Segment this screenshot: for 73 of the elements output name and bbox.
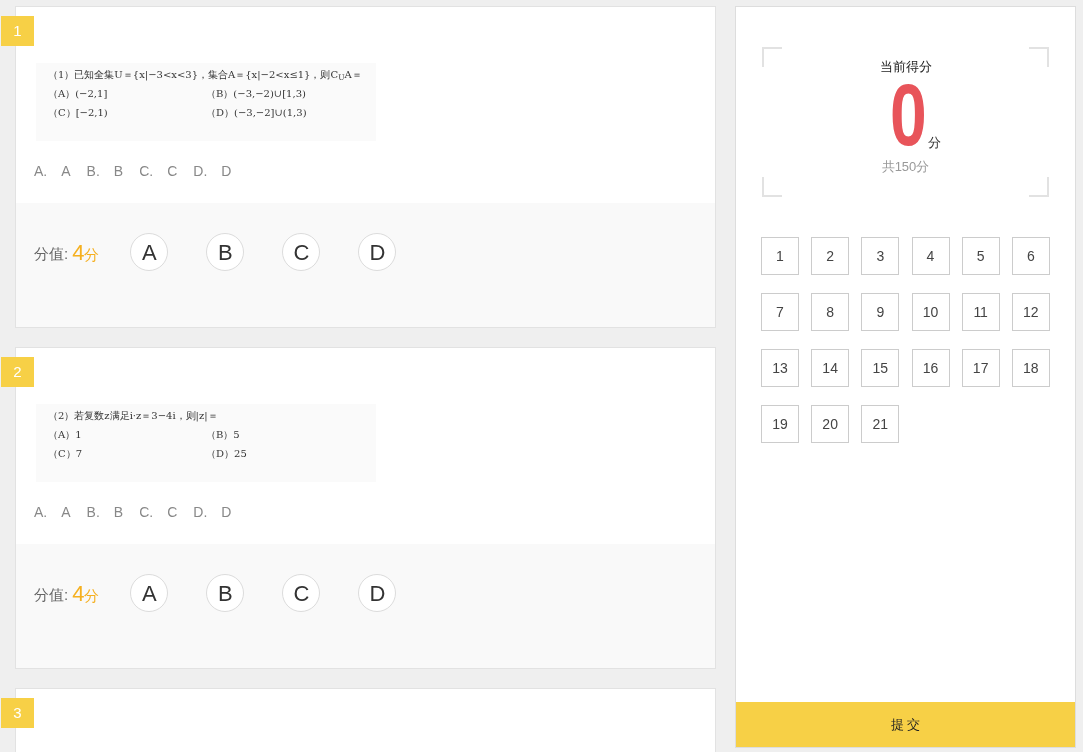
choice-button[interactable]: C	[282, 574, 321, 612]
option-letter: C.	[139, 503, 154, 522]
choice-button[interactable]: D	[358, 574, 397, 612]
option-letter: D.	[193, 503, 208, 522]
question-number: 3	[1, 698, 34, 728]
score-label: 分值:	[34, 244, 69, 264]
question-nav-button[interactable]: 1	[761, 237, 799, 275]
question-nav-button[interactable]: 2	[811, 237, 850, 275]
question-nav-button[interactable]: 8	[811, 293, 850, 331]
question-nav-button[interactable]: 19	[761, 405, 799, 443]
option-label: A	[61, 162, 71, 181]
question-nav-button[interactable]: 3	[861, 237, 900, 275]
choice-button[interactable]: B	[206, 233, 245, 271]
question-nav-button[interactable]: 18	[1011, 349, 1050, 387]
score-label: 分值:	[34, 585, 69, 605]
question-nav-button[interactable]: 14	[811, 349, 850, 387]
option-text: （B）(−3,−2)∪[1,3)	[206, 87, 307, 100]
choice-button[interactable]: A	[130, 233, 169, 271]
points-unit: 分	[84, 587, 100, 606]
option-label: C	[167, 162, 178, 181]
question-number: 2	[1, 357, 34, 387]
corner-bracket	[1029, 47, 1049, 67]
corner-bracket	[762, 47, 782, 67]
option-letter: B.	[86, 162, 100, 181]
question-nav-button[interactable]: 13	[761, 349, 799, 387]
question-nav-button[interactable]: 4	[911, 237, 950, 275]
question-nav-button[interactable]: 7	[761, 293, 799, 331]
submit-button[interactable]: 提 交	[736, 702, 1075, 747]
question-nav-button[interactable]: 6	[1011, 237, 1050, 275]
option-text: （A）1	[48, 428, 83, 441]
question-stem: （2）若复数z满足i·z＝3−4i，则|z|＝	[48, 409, 219, 422]
question-nav-button[interactable]: 10	[911, 293, 950, 331]
option-label: D	[221, 162, 232, 181]
points-unit: 分	[84, 246, 100, 265]
total-score: 共150分	[881, 157, 930, 176]
question-nav-button[interactable]: 11	[961, 293, 1000, 331]
choice-button[interactable]: C	[282, 233, 321, 271]
score-unit: 分	[928, 134, 942, 152]
option-letter: C.	[139, 162, 154, 181]
score-title: 当前得分	[879, 58, 932, 76]
question-nav-button[interactable]: 5	[961, 237, 1000, 275]
option-label: D	[221, 503, 232, 522]
choice-button[interactable]: B	[206, 574, 245, 612]
option-label: B	[113, 503, 124, 522]
option-text: （D）25	[206, 447, 248, 460]
option-letter: B.	[86, 503, 100, 522]
corner-bracket	[1029, 177, 1049, 197]
option-text: （B）5	[206, 428, 241, 441]
score-value: 0	[889, 76, 927, 153]
option-text: （D）(−3,−2]∪(1,3)	[206, 106, 308, 119]
question-nav-button[interactable]: 21	[861, 405, 900, 443]
question-stem: （1）已知全集U＝{x|−3<x<3}，集合A＝{x|−2<x≤1}，则C$_{U}$A＝	[48, 68, 363, 81]
option-label: C	[167, 503, 178, 522]
option-text: （C）[−2,1)	[48, 106, 109, 119]
corner-bracket	[762, 177, 782, 197]
option-text: （C）7	[48, 447, 83, 460]
question-nav-button[interactable]: 12	[1011, 293, 1050, 331]
question-nav-button[interactable]: 20	[811, 405, 850, 443]
option-letter: D.	[193, 162, 208, 181]
option-label: B	[113, 162, 124, 181]
question-nav-button[interactable]: 15	[861, 349, 900, 387]
option-text: （A）(−2,1]	[48, 87, 109, 100]
points-value: 4	[72, 239, 85, 267]
question-nav-button[interactable]: 9	[861, 293, 900, 331]
option-label: A	[61, 503, 71, 522]
option-letter: A.	[34, 503, 48, 522]
choice-button[interactable]: D	[358, 233, 397, 271]
points-value: 4	[72, 580, 85, 608]
question-number: 1	[1, 16, 34, 46]
question-nav-button[interactable]: 17	[961, 349, 1000, 387]
option-letter: A.	[34, 162, 48, 181]
question-nav-button[interactable]: 16	[911, 349, 950, 387]
choice-button[interactable]: A	[130, 574, 169, 612]
